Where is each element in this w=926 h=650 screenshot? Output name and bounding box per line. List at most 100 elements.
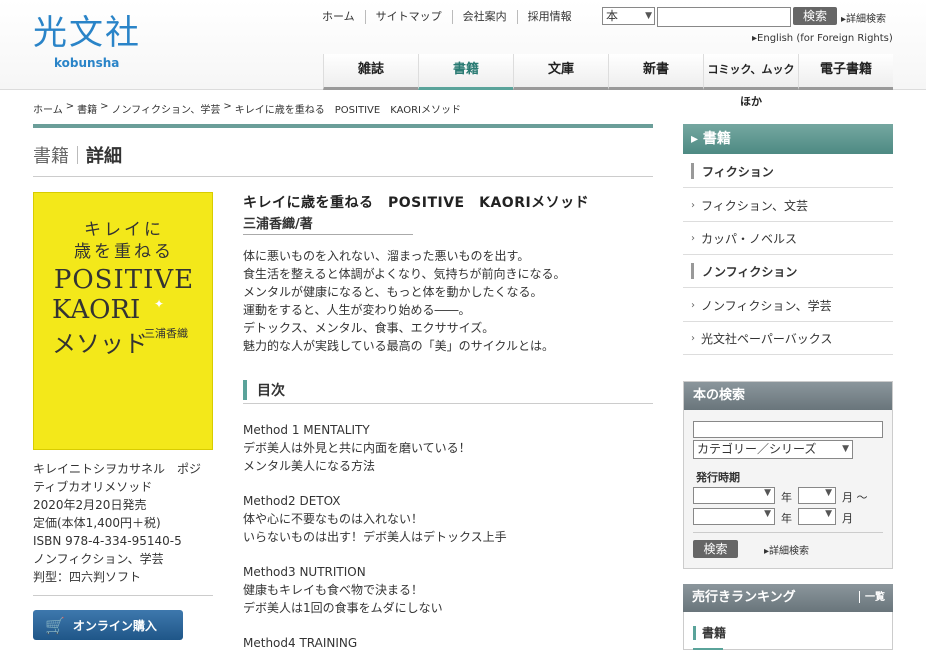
sidebar-item-paperbacks[interactable]: › 光文社ペーパーバックス	[683, 322, 893, 355]
toc-item-line: いらないものは出す！デボ美人はデトックス上手	[243, 530, 507, 544]
description-line: 魅力的な人が実践している最高の「美」のサイクルとは。	[243, 339, 555, 353]
heading-marker	[243, 380, 247, 400]
sidebar-item-nonfiction-gakugei[interactable]: › ノンフィクション、学芸	[683, 289, 893, 322]
chevron-down-icon: ▼	[842, 444, 849, 454]
search-category-select[interactable]: 本 ▼	[602, 7, 655, 25]
from-year-select[interactable]: ▼	[693, 487, 775, 504]
english-link[interactable]: ▸English (for Foreign Rights)	[752, 33, 893, 44]
breadcrumb-current: キレイに歳を重ねる POSITIVE KAORIメソッド	[234, 105, 462, 116]
ranking-all-link[interactable]: 一覧	[859, 584, 885, 612]
divider	[33, 595, 213, 596]
toc-item: Method2 DETOX 体や心に不要なものは入れない！ いらないものは出す！…	[243, 492, 653, 546]
toc-item: Method 1 MENTALITY デボ美人は外見と共に内面を磨いている！ メ…	[243, 421, 653, 475]
book-cover-image: キレイに 歳を重ねる POSITIVE KAORI ✦ メソッド 三浦香織	[33, 192, 213, 450]
table-of-contents: Method 1 MENTALITY デボ美人は外見と共に内面を磨いている！ メ…	[243, 421, 653, 650]
sidebar-item-kappa-novels[interactable]: › カッパ・ノベルス	[683, 222, 893, 255]
book-author: 三浦香織/著	[243, 217, 313, 232]
divider	[33, 176, 653, 177]
chevron-down-icon: ▼	[764, 509, 771, 519]
sidebar-item-nonfiction[interactable]: ノンフィクション	[683, 255, 893, 288]
divider	[693, 532, 883, 533]
book-search-input[interactable]	[693, 421, 883, 438]
chevron-right-icon: ›	[691, 232, 695, 244]
sidebar-item-label: 光文社ペーパーバックス	[701, 331, 833, 346]
tab-magazines[interactable]: 雑誌	[323, 54, 418, 90]
online-purchase-button[interactable]: 🛒 オンライン購入	[33, 610, 183, 640]
breadcrumb-separator: >	[65, 101, 75, 112]
sidebar-item-fiction-literature[interactable]: › フィクション、文芸	[683, 189, 893, 222]
sidebar-item-label: カッパ・ノベルス	[701, 231, 798, 246]
cover-author: 三浦香織	[144, 327, 188, 340]
advanced-search-link[interactable]: ▸詳細検索	[841, 10, 886, 25]
toc-item-line: デボ美人は外見と共に内面を磨いている！	[243, 441, 471, 455]
toc-heading-label: 目次	[257, 383, 285, 399]
book-search-button[interactable]: 検索	[693, 540, 738, 558]
sidebar-item-label: ノンフィクション	[702, 264, 798, 279]
tab-ebooks[interactable]: 電子書籍	[798, 54, 893, 90]
chevron-right-icon: ›	[691, 199, 695, 211]
category-select-value: カテゴリー／シリーズ	[697, 442, 817, 456]
description-line: デトックス、メンタル、食事、エクササイズ。	[243, 321, 495, 335]
page-title-sub: 詳細	[86, 146, 122, 167]
tab-bunko[interactable]: 文庫	[513, 54, 608, 90]
book-reading: キレイニトシヲカサネル ポジティブカオリメソッド	[33, 462, 202, 494]
sidebar-item-fiction[interactable]: フィクション	[683, 155, 893, 188]
chevron-down-icon: ▼	[764, 488, 771, 498]
search-category-value: 本	[606, 9, 619, 23]
description-line: メンタルが健康になると、もっと体を動かしたくなる。	[243, 285, 543, 299]
from-month-select[interactable]: ▼	[798, 487, 836, 504]
ranking-panel: 書籍	[683, 612, 893, 650]
toc-item: Method4 TRAINING	[243, 634, 653, 650]
ranking-heading-label: 売行きランキング	[692, 590, 796, 605]
util-link-recruit[interactable]: 採用情報	[516, 10, 582, 24]
description-line: 食生活を整えると体調がよくなり、気持ちが前向きになる。	[243, 267, 566, 281]
to-month-select[interactable]: ▼	[798, 508, 836, 525]
book-search-category-select[interactable]: カテゴリー／シリーズ ▼	[693, 440, 853, 459]
tab-shinsho[interactable]: 新書	[608, 54, 703, 90]
page-title-section: 書籍	[33, 146, 69, 167]
to-year-select[interactable]: ▼	[693, 508, 775, 525]
year-unit: 年	[781, 491, 792, 504]
chevron-right-icon: ›	[691, 332, 695, 344]
cover-text: メソッド	[52, 330, 148, 358]
book-price: 定価(本体1,400円＋税)	[33, 516, 161, 530]
toc-heading: 目次	[243, 378, 653, 404]
site-search-button[interactable]: 検索	[793, 7, 837, 25]
ranking-sub-label: 書籍	[702, 626, 727, 640]
book-isbn: ISBN 978-4-334-95140-5	[33, 534, 182, 548]
advanced-search-label: 詳細検索	[846, 14, 887, 25]
sparkle-icon: ✦	[154, 297, 165, 311]
description-line: 体に悪いものを入れない、溜まった悪いものを出す。	[243, 249, 530, 263]
site-search-input[interactable]	[657, 7, 791, 27]
toc-item-line: デボ美人は1回の食事をムダにしない	[243, 601, 443, 615]
tab-books[interactable]: 書籍	[418, 54, 513, 90]
book-search-panel: 本の検索 カテゴリー／シリーズ ▼ 発行時期 ▼ 年 ▼ 月 ～ ▼ 年 ▼ 月…	[683, 381, 893, 569]
english-link-label: English (for Foreign Rights)	[757, 33, 893, 44]
book-search-heading: 本の検索	[684, 382, 892, 410]
toc-item-title: Method2 DETOX	[243, 494, 341, 508]
chevron-down-icon: ▼	[645, 11, 652, 21]
book-format: 判型：四六判ソフト	[33, 570, 142, 584]
breadcrumb-home[interactable]: ホーム	[33, 101, 63, 116]
sidebar-item-label: ノンフィクション、学芸	[701, 298, 832, 313]
utility-nav: ホーム サイトマップ 会社案内 採用情報	[312, 10, 582, 24]
book-advanced-search-link[interactable]: ▸詳細検索	[764, 542, 809, 557]
book-category: ノンフィクション、学芸	[33, 552, 164, 566]
tab-comics[interactable]: コミック、ムックほか	[703, 54, 798, 108]
chevron-down-icon: ▼	[825, 488, 832, 498]
sidebar-item-label: フィクション、文芸	[701, 198, 809, 213]
book-advanced-search-label: 詳細検索	[769, 546, 810, 557]
util-link-company[interactable]: 会社案内	[451, 10, 517, 24]
breadcrumb-separator: >	[223, 101, 232, 112]
util-link-home[interactable]: ホーム	[312, 10, 365, 24]
heading-marker	[693, 625, 696, 640]
breadcrumb-category[interactable]: ノンフィクション、学芸	[111, 101, 220, 116]
site-logo-sub[interactable]: kobunsha	[54, 56, 119, 70]
toc-item-line: 体や心に不要なものは入れない！	[243, 512, 424, 526]
breadcrumb-books[interactable]: 書籍	[77, 101, 97, 116]
site-logo[interactable]: 光文社	[33, 14, 141, 52]
year-unit: 年	[781, 512, 792, 525]
divider	[243, 234, 413, 235]
page-title: 書籍 詳細	[33, 142, 122, 168]
util-link-sitemap[interactable]: サイトマップ	[364, 10, 452, 24]
